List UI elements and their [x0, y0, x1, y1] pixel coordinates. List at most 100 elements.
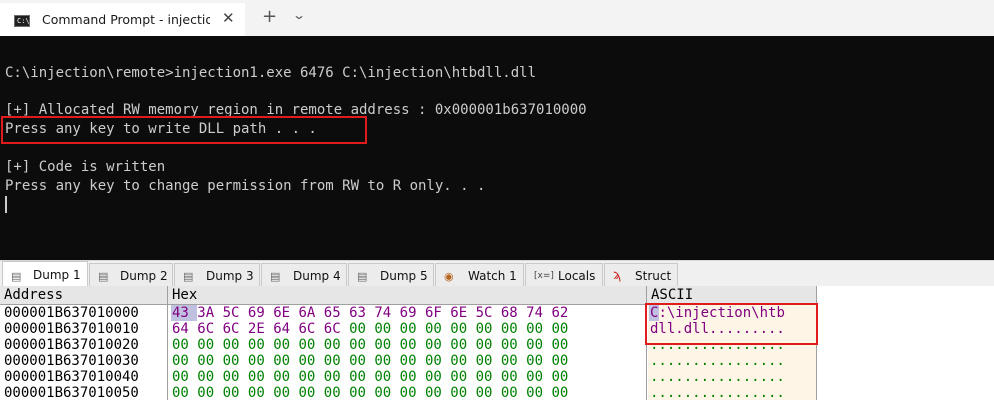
hex-byte[interactable]: 00 — [172, 385, 197, 401]
hex-byte[interactable]: 00 — [450, 321, 475, 337]
dump-row-hex[interactable]: 00 00 00 00 00 00 00 00 00 00 00 00 00 0… — [172, 353, 568, 369]
hex-byte[interactable]: 00 — [425, 353, 450, 369]
tab-command-prompt[interactable]: C:\ Command Prompt - injection1.e ✕ — [0, 3, 245, 36]
hex-byte[interactable]: 00 — [324, 353, 349, 369]
dump-row-hex[interactable]: 43 3A 5C 69 6E 6A 65 63 74 69 6F 6E 5C 6… — [172, 305, 568, 321]
tab-dump-2[interactable]: ▤ Dump 2 — [89, 263, 173, 287]
hex-byte[interactable]: 00 — [349, 321, 374, 337]
hex-byte[interactable]: 00 — [172, 337, 197, 353]
hex-byte[interactable]: 00 — [349, 385, 374, 401]
tab-dump-3[interactable]: ▤ Dump 3 — [174, 263, 260, 287]
hex-byte[interactable]: 00 — [551, 321, 568, 337]
hex-byte[interactable]: 6F — [425, 305, 450, 321]
hex-byte[interactable]: 6C — [298, 321, 323, 337]
hex-byte[interactable]: 00 — [374, 337, 399, 353]
hex-byte[interactable]: 00 — [425, 321, 450, 337]
hex-byte[interactable]: 00 — [526, 321, 551, 337]
chevron-down-icon[interactable]: ⌄ — [292, 8, 306, 22]
console-output[interactable]: C:\injection\remote>injection1.exe 6476 … — [0, 36, 994, 260]
hex-byte[interactable]: 00 — [425, 369, 450, 385]
hex-byte[interactable]: 00 — [501, 321, 526, 337]
hex-byte[interactable]: 00 — [349, 369, 374, 385]
dump-row-hex[interactable]: 00 00 00 00 00 00 00 00 00 00 00 00 00 0… — [172, 369, 568, 385]
hex-byte[interactable]: 00 — [425, 337, 450, 353]
hex-byte[interactable]: 6A — [298, 305, 323, 321]
hex-byte[interactable]: 00 — [526, 353, 551, 369]
hex-byte[interactable]: 00 — [400, 321, 425, 337]
dump-row-ascii[interactable]: ................ — [650, 369, 785, 385]
hex-byte[interactable]: 00 — [501, 369, 526, 385]
hex-byte[interactable]: 00 — [501, 337, 526, 353]
hex-byte[interactable]: 00 — [298, 369, 323, 385]
hex-byte[interactable]: 00 — [450, 337, 475, 353]
hex-byte[interactable]: 00 — [551, 385, 568, 401]
hex-byte[interactable]: 00 — [273, 369, 298, 385]
hex-byte[interactable]: 00 — [273, 337, 298, 353]
hex-byte[interactable]: 00 — [526, 369, 551, 385]
hex-byte[interactable]: 68 — [501, 305, 526, 321]
hex-byte[interactable]: 00 — [374, 321, 399, 337]
hex-byte[interactable]: 74 — [374, 305, 399, 321]
hex-byte[interactable]: 00 — [450, 385, 475, 401]
dump-row-hex[interactable]: 00 00 00 00 00 00 00 00 00 00 00 00 00 0… — [172, 385, 568, 401]
dump-row-hex[interactable]: 00 00 00 00 00 00 00 00 00 00 00 00 00 0… — [172, 337, 568, 353]
new-tab-button[interactable]: + — [262, 6, 277, 27]
hex-byte[interactable]: 00 — [223, 369, 248, 385]
hex-byte[interactable]: 00 — [273, 353, 298, 369]
hex-byte[interactable]: 6C — [324, 321, 349, 337]
hex-byte[interactable]: 00 — [197, 353, 222, 369]
hex-byte[interactable]: 00 — [197, 369, 222, 385]
hex-byte[interactable]: 00 — [476, 385, 501, 401]
hex-byte[interactable]: 00 — [501, 385, 526, 401]
hex-byte[interactable]: 00 — [551, 337, 568, 353]
hex-byte[interactable]: 69 — [248, 305, 273, 321]
hex-byte[interactable]: 00 — [476, 321, 501, 337]
hex-byte[interactable]: 5C — [223, 305, 248, 321]
hex-byte[interactable]: 65 — [324, 305, 349, 321]
hex-byte[interactable]: 6E — [450, 305, 475, 321]
hex-byte[interactable]: 00 — [400, 353, 425, 369]
hex-byte[interactable]: 00 — [476, 353, 501, 369]
hex-byte[interactable]: 00 — [374, 385, 399, 401]
hex-byte[interactable]: 00 — [273, 385, 298, 401]
hex-byte[interactable]: 00 — [526, 385, 551, 401]
hex-byte[interactable]: 00 — [248, 337, 273, 353]
hex-byte[interactable]: 5C — [476, 305, 501, 321]
hex-byte[interactable]: 00 — [223, 337, 248, 353]
hex-byte[interactable]: 00 — [223, 385, 248, 401]
hex-byte[interactable]: 63 — [349, 305, 374, 321]
hex-byte[interactable]: 00 — [172, 353, 197, 369]
column-header-address[interactable]: Address — [0, 286, 168, 305]
hex-byte[interactable]: 6E — [273, 305, 298, 321]
hex-byte[interactable]: 00 — [501, 353, 526, 369]
column-header-hex[interactable]: Hex — [168, 286, 647, 305]
hex-byte[interactable]: 00 — [476, 337, 501, 353]
hex-byte[interactable]: 00 — [197, 337, 222, 353]
dump-row-ascii[interactable]: ................ — [650, 385, 785, 401]
hex-byte[interactable]: 00 — [248, 385, 273, 401]
hex-byte[interactable]: 00 — [248, 369, 273, 385]
hex-byte[interactable]: 00 — [349, 337, 374, 353]
hex-byte[interactable]: 00 — [223, 353, 248, 369]
hex-byte[interactable]: 00 — [374, 369, 399, 385]
hex-byte[interactable]: 00 — [298, 337, 323, 353]
hex-byte[interactable]: 2E — [248, 321, 273, 337]
tab-dump-1[interactable]: ▤ Dump 1 — [2, 261, 88, 287]
tab-locals[interactable]: [x=] Locals — [525, 263, 603, 287]
hex-byte[interactable]: 00 — [248, 353, 273, 369]
tab-struct[interactable]: ϡ Struct — [604, 263, 678, 287]
hex-byte[interactable]: 00 — [298, 353, 323, 369]
dump-row-ascii[interactable]: ................ — [650, 353, 785, 369]
hex-byte[interactable]: 00 — [400, 385, 425, 401]
tab-watch-1[interactable]: ◉ Watch 1 — [435, 263, 524, 287]
hex-byte[interactable]: 00 — [374, 353, 399, 369]
dump-row-hex[interactable]: 64 6C 6C 2E 64 6C 6C 00 00 00 00 00 00 0… — [172, 321, 568, 337]
hex-byte[interactable]: 00 — [298, 385, 323, 401]
hex-byte[interactable]: 69 — [400, 305, 425, 321]
hex-byte[interactable]: 00 — [400, 337, 425, 353]
tab-dump-5[interactable]: ▤ Dump 5 — [348, 263, 434, 287]
hex-byte[interactable]: 00 — [324, 385, 349, 401]
hex-byte[interactable]: 00 — [476, 369, 501, 385]
hex-byte[interactable]: 00 — [551, 353, 568, 369]
hex-byte[interactable]: 64 — [172, 321, 197, 337]
